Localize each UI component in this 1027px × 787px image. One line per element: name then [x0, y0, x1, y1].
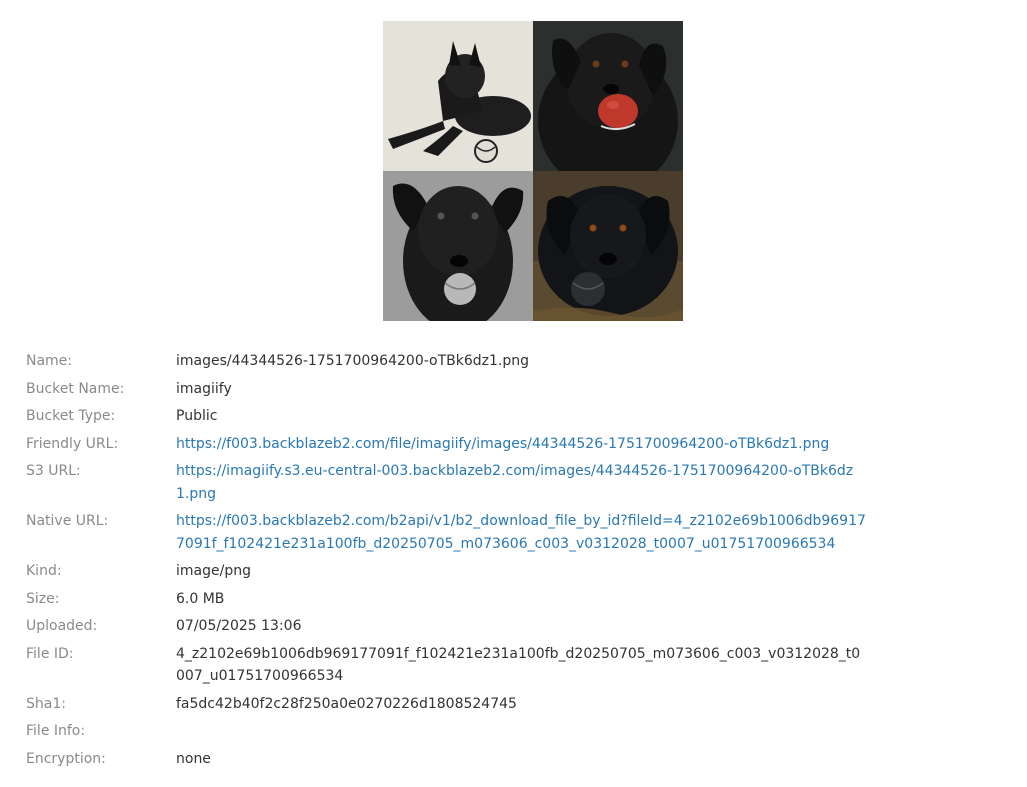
- size-label: Size:: [26, 590, 60, 607]
- sha1-value: fa5dc42b40f2c28f250a0e0270226d1808524745: [176, 695, 517, 712]
- file-id-value: 4_z2102e69b1006db969177091f_f102421e231a…: [176, 645, 861, 685]
- dog-grayscale-ball-image: [383, 171, 533, 321]
- detail-row-native-url: Native URL: https://f003.backblazeb2.com…: [26, 510, 886, 555]
- detail-row-name: Name: images/44344526-1751700964200-oTBk…: [26, 350, 886, 373]
- size-value: 6.0 MB: [176, 590, 225, 607]
- detail-row-encryption: Encryption: none: [26, 748, 886, 771]
- file-details: Name: images/44344526-1751700964200-oTBk…: [26, 350, 886, 775]
- friendly-url-link[interactable]: https://f003.backblazeb2.com/file/imagii…: [176, 433, 866, 456]
- name-label: Name:: [26, 353, 73, 369]
- detail-row-size: Size: 6.0 MB: [26, 588, 886, 611]
- bucket-name-value: imagiify: [176, 380, 232, 397]
- dog-sketch-image: [383, 21, 533, 171]
- dog-red-ball-image: [533, 21, 683, 171]
- detail-row-file-id: File ID: 4_z2102e69b1006db969177091f_f10…: [26, 643, 886, 688]
- dog-black-ball-image: [533, 171, 683, 321]
- s3-url-label: S3 URL:: [26, 463, 81, 479]
- bucket-type-value: Public: [176, 408, 218, 424]
- kind-label: Kind:: [26, 563, 62, 579]
- uploaded-label: Uploaded:: [26, 618, 98, 634]
- kind-value: image/png: [176, 563, 251, 579]
- detail-row-uploaded: Uploaded: 07/05/2025 13:06: [26, 615, 886, 638]
- encryption-value: none: [176, 750, 211, 767]
- detail-row-friendly-url: Friendly URL: https://f003.backblazeb2.c…: [26, 433, 886, 456]
- file-info-value: [176, 720, 866, 743]
- name-value: images/44344526-1751700964200-oTBk6dz1.p…: [176, 353, 530, 369]
- bucket-name-label: Bucket Name:: [26, 380, 125, 397]
- friendly-url-label: Friendly URL:: [26, 435, 119, 452]
- sha1-label: Sha1:: [26, 695, 66, 712]
- detail-row-sha1: Sha1: fa5dc42b40f2c28f250a0e0270226d1808…: [26, 693, 886, 716]
- native-url-label: Native URL:: [26, 513, 109, 529]
- detail-row-kind: Kind: image/png: [26, 560, 886, 583]
- s3-url-link[interactable]: https://imagiify.s3.eu-central-003.backb…: [176, 460, 866, 505]
- uploaded-value: 07/05/2025 13:06: [176, 618, 302, 634]
- native-url-link[interactable]: https://f003.backblazeb2.com/b2api/v1/b2…: [176, 510, 866, 555]
- file-info-label: File Info:: [26, 723, 86, 739]
- encryption-label: Encryption:: [26, 750, 106, 767]
- bucket-type-label: Bucket Type:: [26, 408, 116, 424]
- detail-row-s3-url: S3 URL: https://imagiify.s3.eu-central-0…: [26, 460, 886, 505]
- image-preview: [383, 21, 683, 321]
- detail-row-bucket-type: Bucket Type: Public: [26, 405, 886, 428]
- file-id-label: File ID:: [26, 645, 74, 662]
- detail-row-file-info: File Info:: [26, 720, 886, 743]
- detail-row-bucket-name: Bucket Name: imagiify: [26, 378, 886, 401]
